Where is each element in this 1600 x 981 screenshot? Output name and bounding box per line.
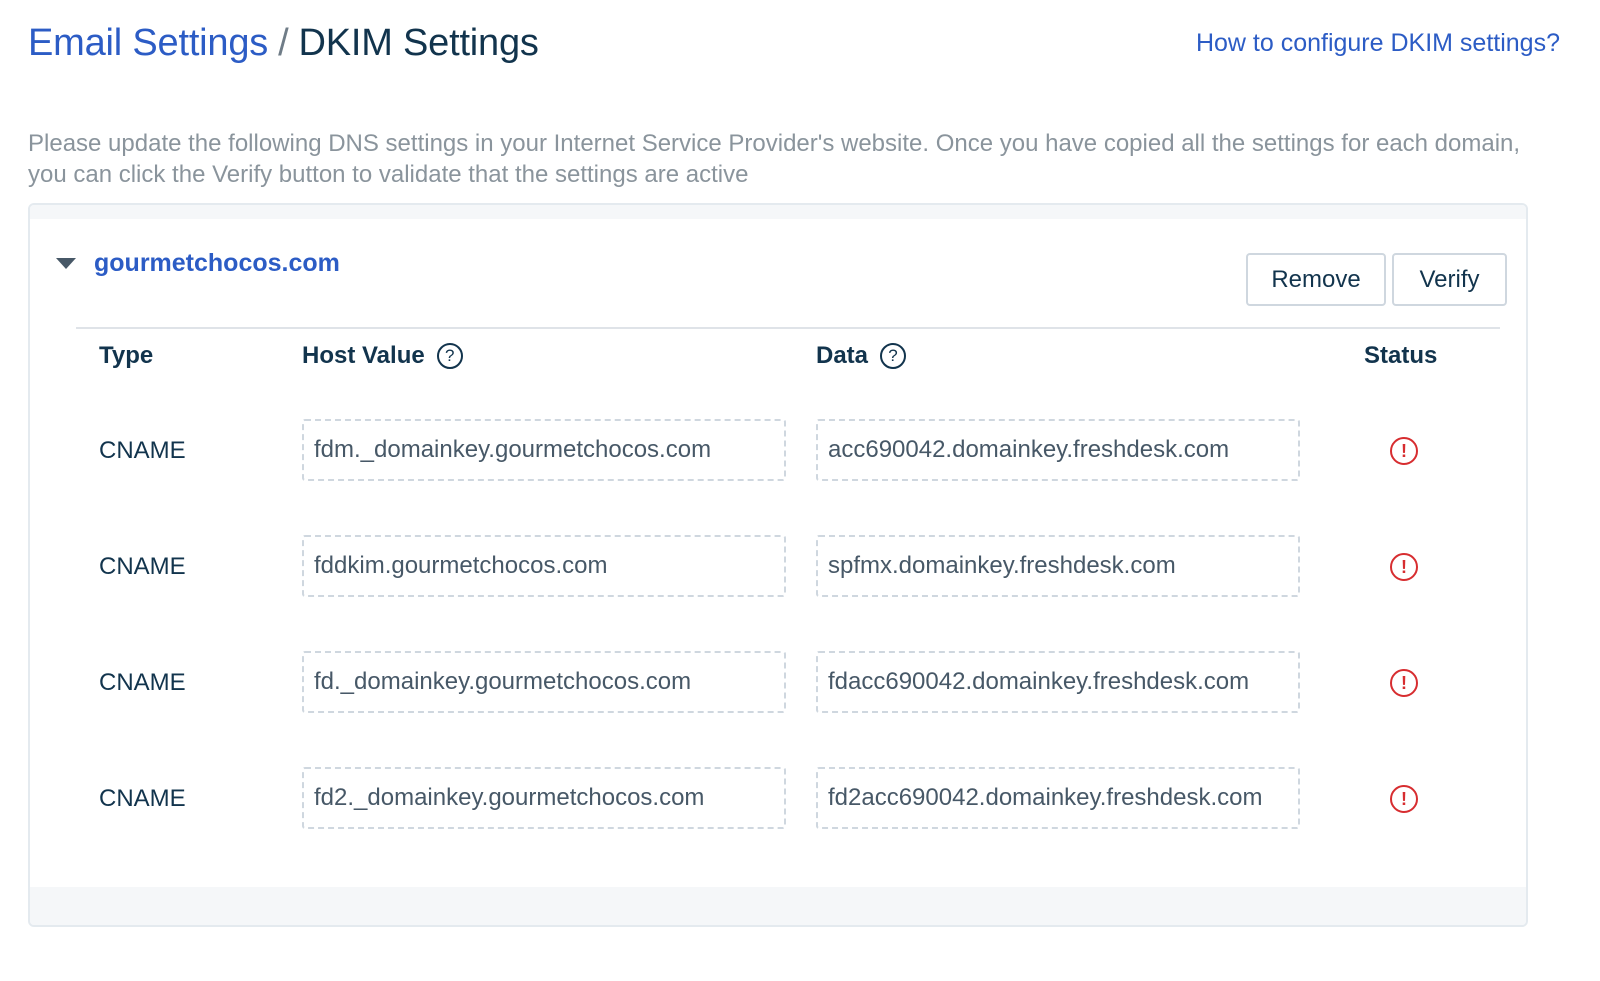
table-row: CNAME fd2._domainkey.gourmetchocos.com f… bbox=[30, 767, 1526, 831]
host-value-field[interactable]: fdm._domainkey.gourmetchocos.com bbox=[302, 419, 786, 481]
domain-name[interactable]: gourmetchocos.com bbox=[94, 249, 340, 278]
host-value-field[interactable]: fd._domainkey.gourmetchocos.com bbox=[302, 651, 786, 713]
dkim-settings-page: Email Settings / DKIM Settings How to co… bbox=[0, 0, 1600, 981]
page-title: DKIM Settings bbox=[298, 21, 539, 64]
host-value-field[interactable]: fddkim.gourmetchocos.com bbox=[302, 535, 786, 597]
record-type: CNAME bbox=[99, 437, 186, 464]
table-row: CNAME fdm._domainkey.gourmetchocos.com a… bbox=[30, 419, 1526, 483]
data-value-field[interactable]: fd2acc690042.domainkey.freshdesk.com bbox=[816, 767, 1300, 829]
data-value-field[interactable]: spfmx.domainkey.freshdesk.com bbox=[816, 535, 1300, 597]
column-header-host-value-label: Host Value bbox=[302, 342, 425, 369]
remove-button[interactable]: Remove bbox=[1246, 253, 1386, 306]
record-type: CNAME bbox=[99, 669, 186, 696]
column-header-type: Type bbox=[99, 342, 153, 370]
domain-card: gourmetchocos.com Remove Verify Type Hos… bbox=[28, 203, 1528, 927]
domain-header: gourmetchocos.com bbox=[56, 249, 340, 278]
question-circle-icon[interactable]: ? bbox=[880, 343, 907, 369]
column-header-status: Status bbox=[1364, 342, 1437, 370]
data-value-field[interactable]: acc690042.domainkey.freshdesk.com bbox=[816, 419, 1300, 481]
table-row: CNAME fddkim.gourmetchocos.com spfmx.dom… bbox=[30, 535, 1526, 599]
breadcrumb-separator: / bbox=[278, 21, 289, 64]
data-value-field[interactable]: fdacc690042.domainkey.freshdesk.com bbox=[816, 651, 1300, 713]
error-status-icon: ! bbox=[1390, 437, 1418, 465]
column-header-data: Data ? bbox=[816, 342, 907, 370]
error-status-icon: ! bbox=[1390, 669, 1418, 697]
record-type: CNAME bbox=[99, 553, 186, 580]
header-divider bbox=[76, 327, 1500, 329]
error-status-icon: ! bbox=[1390, 553, 1418, 581]
breadcrumb-email-settings-link[interactable]: Email Settings bbox=[28, 22, 268, 65]
column-header-data-label: Data bbox=[816, 342, 869, 369]
instructions-text: Please update the following DNS settings… bbox=[28, 130, 1521, 188]
question-circle-icon[interactable]: ? bbox=[436, 343, 463, 369]
caret-down-icon[interactable] bbox=[56, 258, 76, 269]
table-row: CNAME fd._domainkey.gourmetchocos.com fd… bbox=[30, 651, 1526, 715]
column-header-status-label: Status bbox=[1364, 342, 1438, 369]
verify-button[interactable]: Verify bbox=[1392, 253, 1507, 306]
record-type: CNAME bbox=[99, 785, 186, 812]
page-header: Email Settings / DKIM Settings How to co… bbox=[28, 18, 1560, 68]
dkim-help-link[interactable]: How to configure DKIM settings? bbox=[1196, 29, 1560, 58]
column-header-type-label: Type bbox=[99, 342, 154, 369]
host-value-field[interactable]: fd2._domainkey.gourmetchocos.com bbox=[302, 767, 786, 829]
column-header-host-value: Host Value ? bbox=[302, 342, 463, 370]
card-bottom-strip bbox=[30, 887, 1526, 925]
error-status-icon: ! bbox=[1390, 785, 1418, 813]
card-top-strip bbox=[30, 205, 1526, 219]
breadcrumb: Email Settings / DKIM Settings bbox=[28, 22, 539, 65]
